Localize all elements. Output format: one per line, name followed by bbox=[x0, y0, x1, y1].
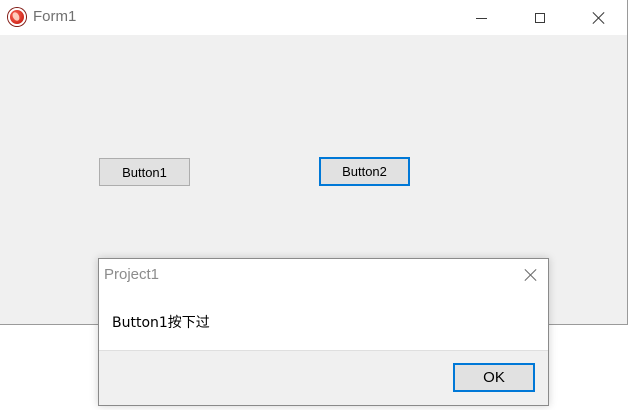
dialog-footer: OK bbox=[99, 350, 548, 405]
maximize-button[interactable] bbox=[511, 0, 569, 35]
dialog-message: Button1按下过 bbox=[112, 315, 210, 331]
close-button[interactable] bbox=[570, 0, 628, 35]
dialog-close-button[interactable] bbox=[514, 259, 548, 291]
close-icon bbox=[593, 12, 605, 24]
button1[interactable]: Button1 bbox=[99, 158, 190, 186]
app-icon bbox=[8, 8, 26, 26]
desktop: Form1 Button1 Button2 Project1 Button1按下… bbox=[0, 0, 630, 410]
maximize-icon bbox=[535, 12, 545, 23]
message-dialog: Project1 Button1按下过 OK bbox=[98, 258, 549, 406]
minimize-icon bbox=[475, 17, 487, 19]
title-bar[interactable]: Form1 bbox=[0, 0, 627, 35]
dialog-title: Project1 bbox=[104, 266, 160, 283]
ok-button[interactable]: OK bbox=[453, 363, 535, 392]
window-title: Form1 bbox=[33, 8, 77, 25]
close-icon bbox=[525, 269, 537, 281]
button2[interactable]: Button2 bbox=[319, 157, 410, 186]
minimize-button[interactable] bbox=[452, 0, 510, 35]
